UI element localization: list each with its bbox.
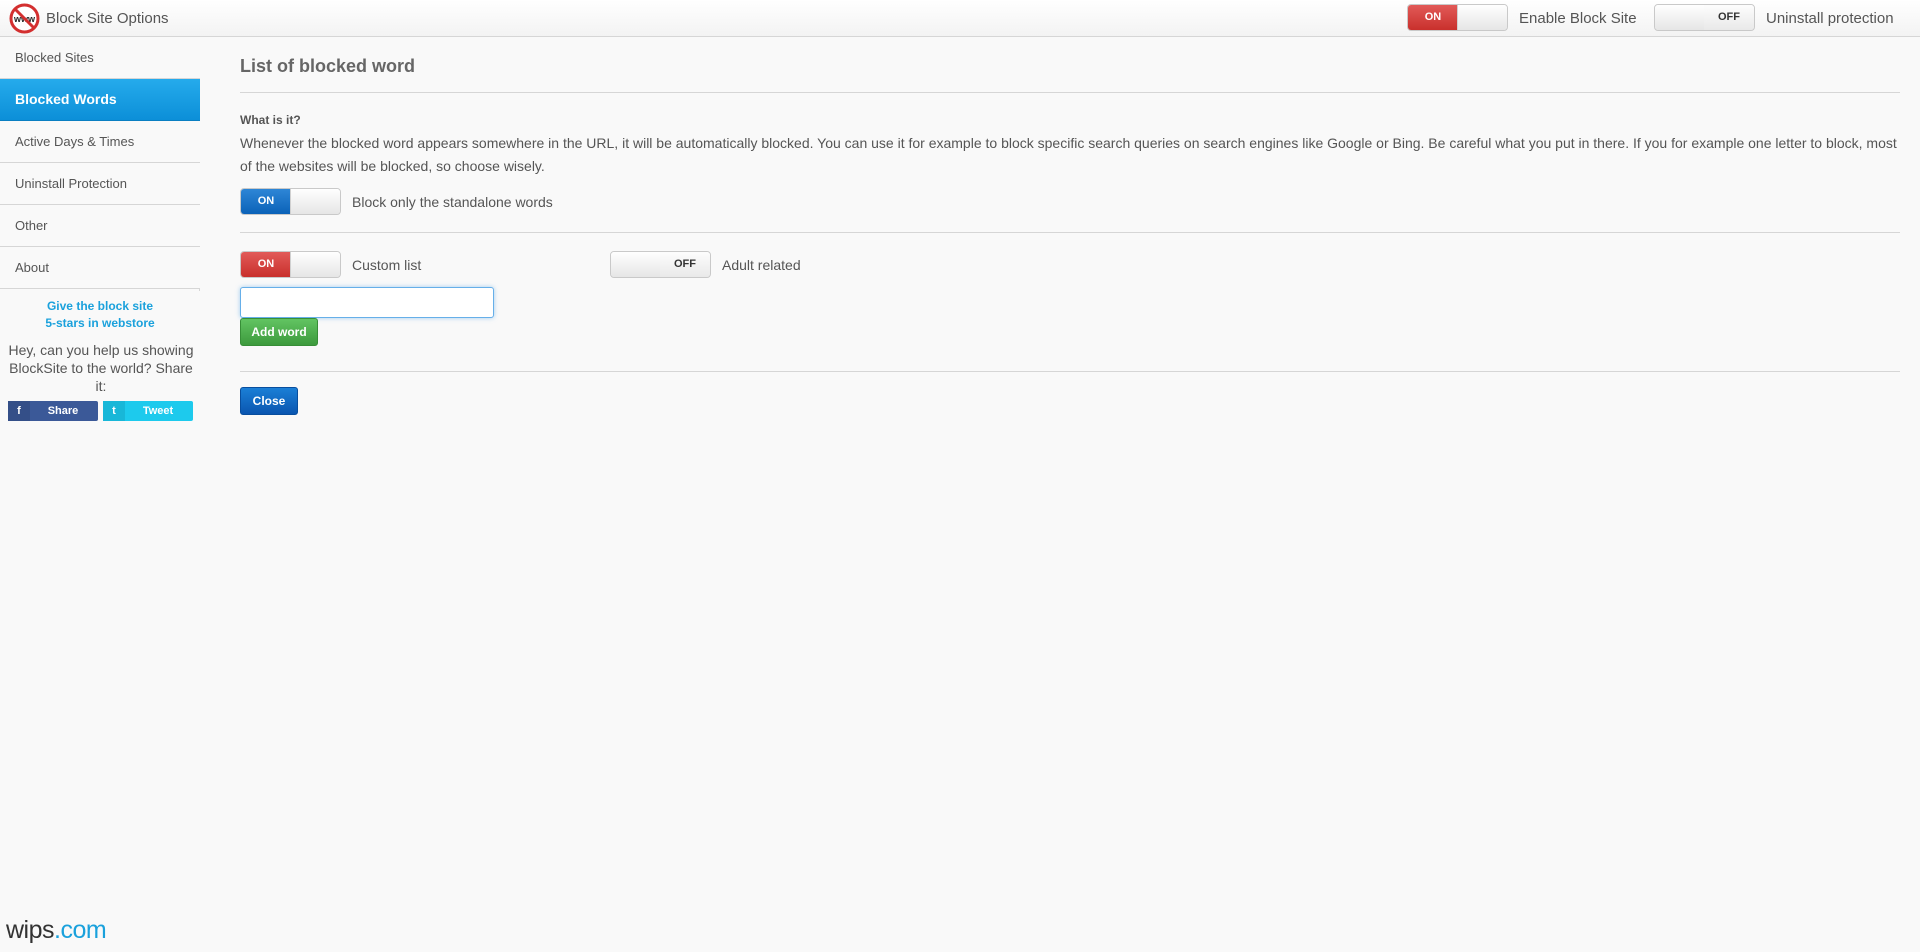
adult-related-label: Adult related [722,257,801,273]
custom-toggle-state: ON [241,252,291,277]
app-title: Block Site Options [46,10,169,27]
share-label: Share [47,405,79,417]
sidebar-item-blocked-words[interactable]: Blocked Words [0,79,200,121]
add-word-button[interactable]: Add word [240,318,318,346]
facebook-icon: f [8,401,30,421]
tweet-label: Tweet [142,405,174,417]
twitter-icon: t [103,401,125,421]
divider [240,232,1900,233]
standalone-toggle-state: ON [241,189,291,214]
standalone-words-label: Block only the standalone words [352,194,553,210]
blocked-word-input[interactable] [240,287,494,318]
twitter-tweet-button[interactable]: t Tweet [103,401,193,421]
close-button[interactable]: Close [240,387,298,415]
rate-promo[interactable]: Give the block site 5-stars in webstore [0,298,200,332]
sidebar-item-active-days-times[interactable]: Active Days & Times [0,121,200,163]
sidebar-item-uninstall-protection[interactable]: Uninstall Protection [0,163,200,205]
description-text: Whenever the blocked word appears somewh… [240,135,1897,174]
rate-link-line2[interactable]: 5-stars in webstore [0,315,200,332]
sidebar-item-other[interactable]: Other [0,205,200,247]
brand-part1: wips [6,916,55,944]
enable-toggle-state: ON [1408,5,1458,30]
sidebar: Blocked Sites Blocked Words Active Days … [0,37,200,291]
enable-block-site-toggle[interactable]: ON [1407,4,1508,31]
page-title: List of blocked word [240,56,416,76]
uninstall-protection-toggle[interactable]: OFF [1654,4,1755,31]
what-is-it-label: What is it? [240,113,301,127]
share-help-text: Hey, can you help us showing BlockSite t… [8,342,194,394]
divider [240,371,1900,372]
divider [240,92,1900,93]
wips-brand-logo[interactable]: wips.com [6,916,107,945]
uninstall-protection-label: Uninstall protection [1766,10,1894,27]
facebook-share-button[interactable]: f Share [8,401,98,421]
enable-block-site-label: Enable Block Site [1519,10,1637,27]
uninstall-toggle-state: OFF [1704,5,1754,30]
adult-toggle-state: OFF [660,252,710,277]
top-header: www Block Site Options ON Enable Block S… [0,0,1920,37]
custom-list-toggle[interactable]: ON [240,251,341,278]
rate-link-line1[interactable]: Give the block site [0,298,200,315]
standalone-words-toggle[interactable]: ON [240,188,341,215]
adult-related-toggle[interactable]: OFF [610,251,711,278]
sidebar-item-about[interactable]: About [0,247,200,289]
blocksite-logo-icon: www [9,3,40,34]
custom-list-label: Custom list [352,257,422,273]
brand-part2: .com [54,916,107,944]
sidebar-item-blocked-sites[interactable]: Blocked Sites [0,37,200,79]
